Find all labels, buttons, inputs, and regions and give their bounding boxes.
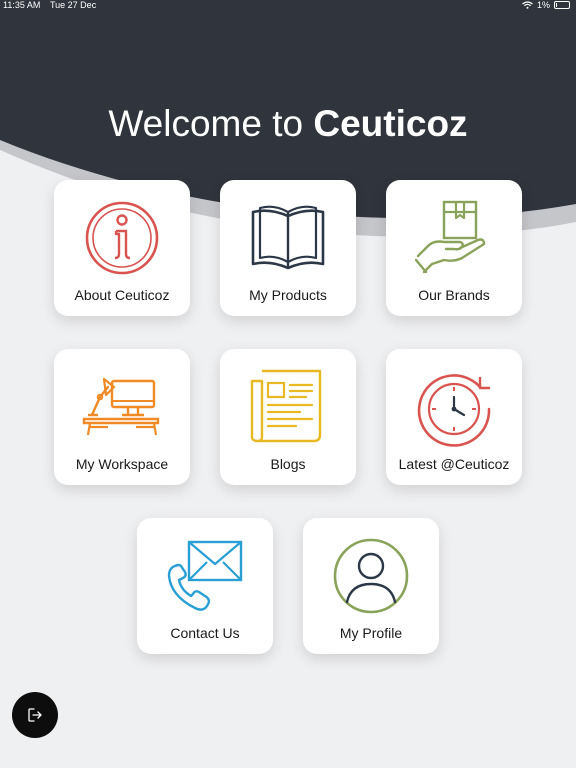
blogs-tile[interactable]: Blogs [220, 349, 356, 485]
tile-label: Latest @Ceuticoz [398, 456, 510, 472]
tile-label: About Ceuticoz [74, 287, 170, 303]
logout-icon [28, 708, 42, 722]
newspaper-icon [250, 369, 322, 443]
tile-label: Contact Us [170, 625, 240, 641]
welcome-prefix: Welcome to [108, 103, 314, 144]
tile-label: My Profile [339, 625, 403, 641]
battery-percent: 1% [536, 0, 550, 10]
hand-box-icon [414, 200, 486, 274]
my-products-tile[interactable]: My Products [220, 180, 356, 316]
user-circle-icon [333, 538, 409, 614]
tile-label: My Workspace [75, 456, 169, 472]
tile-label: Blogs [270, 456, 306, 472]
wifi-icon [522, 1, 533, 9]
phone-envelope-icon [167, 540, 243, 611]
latest-ceuticoz-tile[interactable]: Latest @Ceuticoz [386, 349, 522, 485]
my-workspace-tile[interactable]: My Workspace [54, 349, 190, 485]
my-profile-tile[interactable]: My Profile [303, 518, 439, 654]
open-book-icon [251, 205, 325, 270]
welcome-brand: Ceuticoz [313, 103, 468, 144]
info-icon [85, 201, 159, 275]
desk-lamp-icon [82, 377, 160, 436]
logout-button[interactable] [12, 692, 58, 738]
status-bar: 11:35 AM Tue 27 Dec 1% [0, 0, 576, 12]
contact-us-tile[interactable]: Contact Us [137, 518, 273, 654]
welcome-title: Welcome to Ceuticoz [0, 102, 576, 146]
tile-label: My Products [249, 287, 327, 303]
battery-icon [554, 1, 570, 9]
about-ceuticoz-tile[interactable]: About Ceuticoz [54, 180, 190, 316]
status-date: Tue 27 Dec [50, 0, 97, 10]
tile-label: Our Brands [418, 287, 490, 303]
our-brands-tile[interactable]: Our Brands [386, 180, 522, 316]
status-time: 11:35 AM [3, 0, 41, 10]
clock-refresh-icon [417, 374, 491, 447]
status-indicators: 1% [522, 0, 570, 10]
